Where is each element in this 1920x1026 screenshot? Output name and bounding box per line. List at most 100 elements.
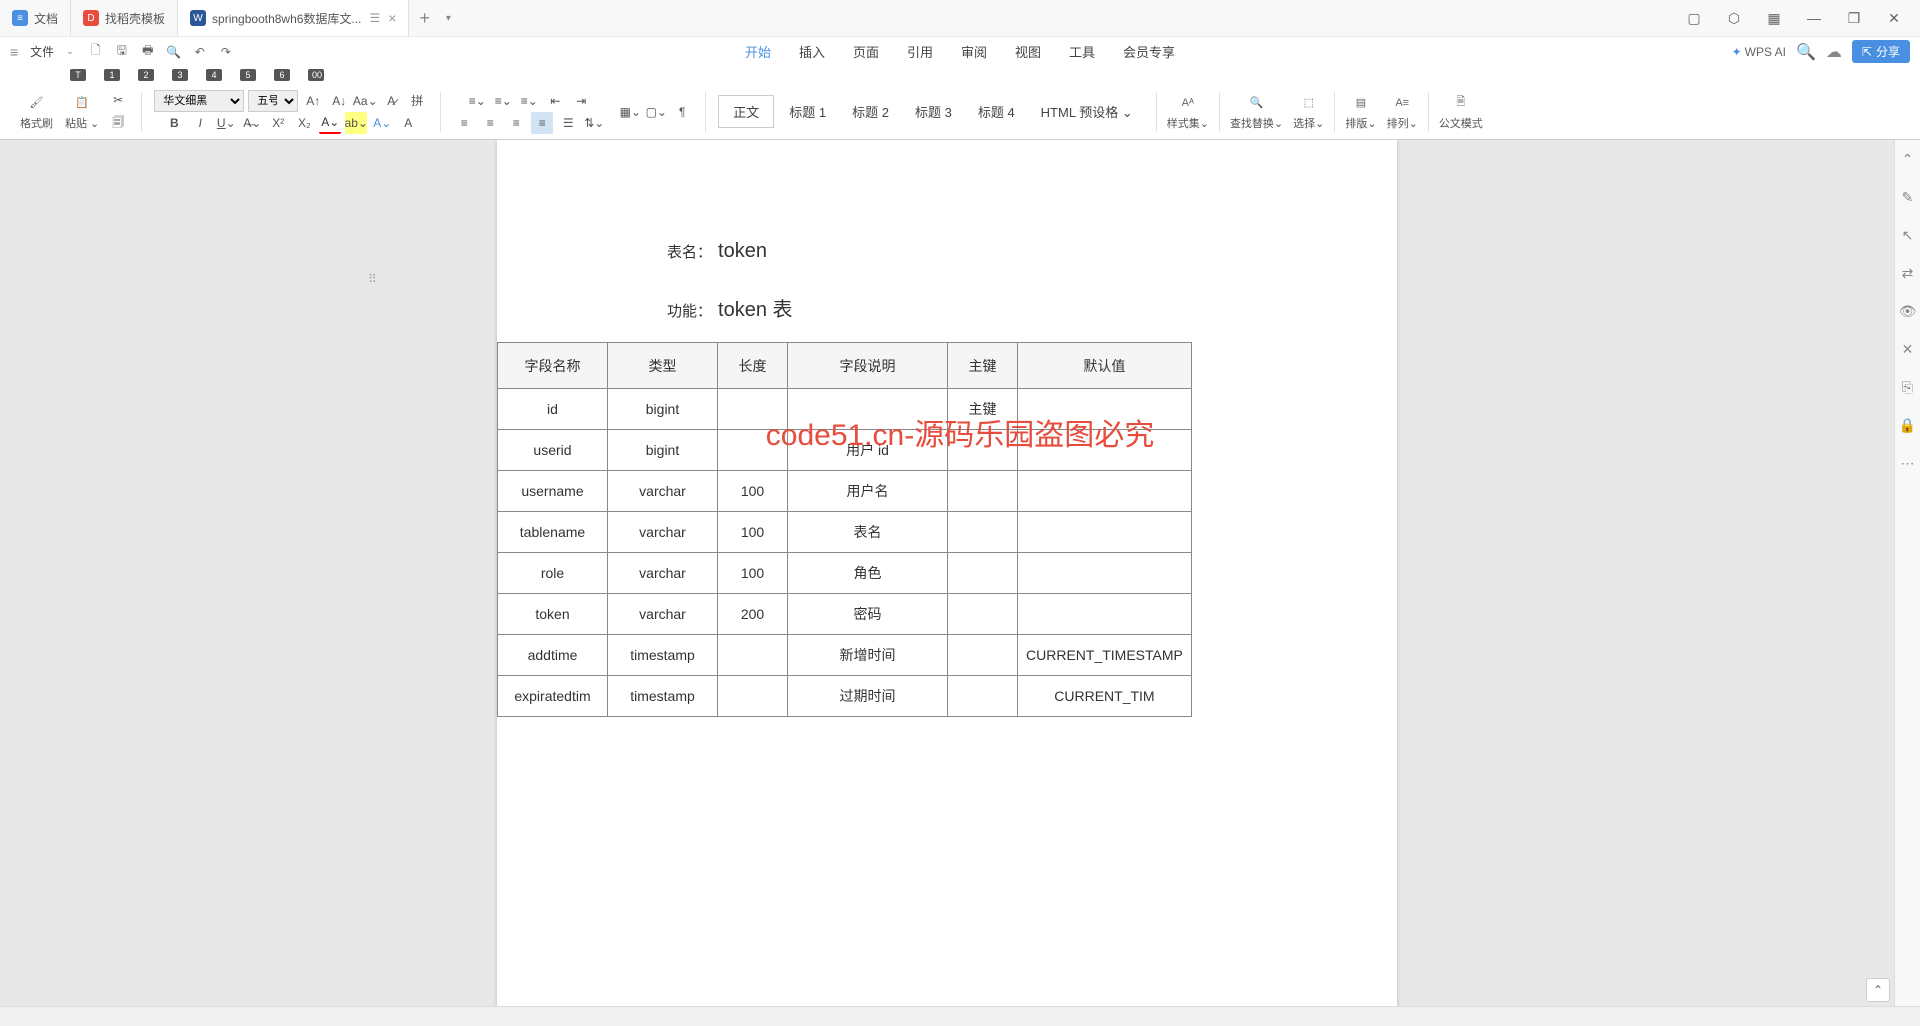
table-cell xyxy=(948,676,1018,717)
change-case-icon[interactable]: Aa⌄ xyxy=(354,90,376,112)
qat-undo-icon[interactable]: ↶ xyxy=(190,42,210,62)
superscript-button[interactable]: X² xyxy=(267,112,289,134)
font-size-select[interactable]: 五号 xyxy=(248,90,298,112)
font-color2-button[interactable]: A⌄ xyxy=(371,112,393,134)
menu-tab[interactable]: 视图W xyxy=(1001,38,1055,65)
doc-mode-button[interactable]: 🗎 公文模式 xyxy=(1435,91,1487,133)
new-tab-button[interactable]: + xyxy=(409,8,440,29)
number-list-icon[interactable]: ≡⌄ xyxy=(492,90,514,112)
table-cell: CURRENT_TIM xyxy=(1018,676,1192,717)
style-h1[interactable]: 标题 1 xyxy=(778,97,837,126)
phonetic-icon[interactable]: 拼 xyxy=(406,90,428,112)
bold-button[interactable]: B xyxy=(163,112,185,134)
style-normal[interactable]: 正文 xyxy=(718,95,774,128)
show-marks-icon[interactable]: ¶ xyxy=(671,101,693,123)
hamburger-icon[interactable]: ≡ xyxy=(10,44,18,60)
find-replace-button[interactable]: 🔍 查找替换⌄ xyxy=(1226,91,1287,133)
select-icon: ⬚ xyxy=(1299,93,1319,113)
format-brush-button[interactable]: 🖌 格式刷 xyxy=(16,91,57,133)
paste-button[interactable]: 📋 粘贴 ⌄ xyxy=(61,91,103,133)
align-justify-icon[interactable]: ≡ xyxy=(531,112,553,134)
select-button[interactable]: ⬚ 选择⌄ xyxy=(1289,91,1328,133)
win-icon-2[interactable]: ⬡ xyxy=(1720,4,1748,32)
font-name-select[interactable]: 华文细黑 xyxy=(154,90,244,112)
maximize-button[interactable]: ❐ xyxy=(1840,4,1868,32)
tab-dropdown[interactable]: ▾ xyxy=(440,13,457,24)
tab-menu-icon[interactable]: ☰ xyxy=(369,11,380,25)
file-menu[interactable]: 文件 xyxy=(22,40,62,63)
subscript-button[interactable]: X₂ xyxy=(293,112,315,134)
strike-button[interactable]: A̶⌄ xyxy=(241,112,263,134)
menu-tab[interactable]: 页面P xyxy=(839,38,893,65)
qat-redo-icon[interactable]: ↷ xyxy=(216,42,236,62)
side-eye-icon[interactable]: 👁 xyxy=(1899,302,1917,320)
shading-icon[interactable]: ▦⌄ xyxy=(619,101,641,123)
drag-handle-icon[interactable]: ⠿ xyxy=(368,272,377,286)
table-cell xyxy=(948,553,1018,594)
minimize-button[interactable]: — xyxy=(1800,4,1828,32)
document-tab[interactable]: D找稻壳模板 xyxy=(71,0,178,36)
qat-new-icon[interactable]: 🗋 xyxy=(86,42,106,62)
menu-tab[interactable]: 工具L xyxy=(1055,38,1109,65)
decrease-font-icon[interactable]: A↓ xyxy=(328,90,350,112)
cut-icon[interactable]: ✂ xyxy=(107,89,129,111)
distribute-icon[interactable]: ☰ xyxy=(557,112,579,134)
align-left-icon[interactable]: ≡ xyxy=(453,112,475,134)
menu-tab[interactable]: 插入N xyxy=(785,38,839,65)
document-tab[interactable]: ≡文档 xyxy=(0,0,71,36)
side-pen-icon[interactable]: ✎ xyxy=(1899,188,1917,206)
side-lock-icon[interactable]: 🔒 xyxy=(1899,416,1917,434)
menu-tab[interactable]: 开始H xyxy=(731,38,785,65)
side-swap-icon[interactable]: ⇄ xyxy=(1899,264,1917,282)
side-tools-icon[interactable]: ✕ xyxy=(1899,340,1917,358)
decrease-indent-icon[interactable]: ⇤ xyxy=(544,90,566,112)
document-page: 表名：token 功能：token 表 字段名称类型长度字段说明主键默认值 id… xyxy=(497,140,1397,1006)
menu-tab[interactable]: 审阅R xyxy=(947,38,1001,65)
style-h4[interactable]: 标题 4 xyxy=(967,97,1026,126)
document-tab[interactable]: Wspringbooth8wh6数据库文...☰× xyxy=(178,0,409,36)
style-set-button[interactable]: Aᴬ 样式集⌄ xyxy=(1163,91,1213,133)
sort-button[interactable]: ▤ 排版⌄ xyxy=(1341,91,1380,133)
menu-tab[interactable]: 引用S xyxy=(893,38,947,65)
clear-format-icon[interactable]: A̷ xyxy=(380,90,402,112)
search-icon[interactable]: 🔍 xyxy=(1796,42,1816,62)
win-icon-3[interactable]: ▦ xyxy=(1760,4,1788,32)
side-more-icon[interactable]: ⋯ xyxy=(1899,454,1917,472)
italic-button[interactable]: I xyxy=(189,112,211,134)
close-button[interactable]: ✕ xyxy=(1880,4,1908,32)
table-cell: 过期时间 xyxy=(788,676,948,717)
qat-print-icon[interactable]: 🖶 xyxy=(138,42,158,62)
cloud-icon[interactable]: ☁ xyxy=(1826,42,1842,62)
side-collapse-icon[interactable]: ⌃ xyxy=(1899,150,1917,168)
format-brush-icon: 🖌 xyxy=(27,93,47,113)
align-center-icon[interactable]: ≡ xyxy=(479,112,501,134)
underline-button[interactable]: U⌄ xyxy=(215,112,237,134)
tab-close-icon[interactable]: × xyxy=(388,10,396,26)
multilevel-icon[interactable]: ≡⌄ xyxy=(518,90,540,112)
increase-font-icon[interactable]: A↑ xyxy=(302,90,324,112)
highlight-button[interactable]: ab⌄ xyxy=(345,112,367,134)
menu-tab[interactable]: 会员专享K xyxy=(1109,38,1189,65)
side-cursor-icon[interactable]: ↖ xyxy=(1899,226,1917,244)
arrange-button[interactable]: A≡ 排列⌄ xyxy=(1383,91,1422,133)
wps-ai-button[interactable]: ✦WPS AI xyxy=(1732,45,1786,59)
style-h2[interactable]: 标题 2 xyxy=(841,97,900,126)
align-right-icon[interactable]: ≡ xyxy=(505,112,527,134)
style-html-preset[interactable]: HTML 预设格 ⌄ xyxy=(1030,97,1144,126)
win-icon-1[interactable]: ▢ xyxy=(1680,4,1708,32)
increase-indent-icon[interactable]: ⇥ xyxy=(570,90,592,112)
qat-save-icon[interactable]: 🖫 xyxy=(112,42,132,62)
char-border-button[interactable]: A xyxy=(397,112,419,134)
font-color-button[interactable]: A⌄ xyxy=(319,112,341,134)
line-spacing-icon[interactable]: ⇅⌄ xyxy=(583,112,605,134)
table-cell: timestamp xyxy=(608,635,718,676)
side-clip-icon[interactable]: ⎘ xyxy=(1899,378,1917,396)
qat-preview-icon[interactable]: 🔍 xyxy=(164,42,184,62)
copy-icon[interactable]: 🗐 xyxy=(107,113,129,135)
share-button[interactable]: ⇱ 分享 xyxy=(1852,40,1910,63)
document-area[interactable]: 表名：token 功能：token 表 字段名称类型长度字段说明主键默认值 id… xyxy=(0,140,1894,1006)
border-icon[interactable]: ▢⌄ xyxy=(645,101,667,123)
style-h3[interactable]: 标题 3 xyxy=(904,97,963,126)
collapse-handle[interactable]: ⌃ xyxy=(1866,978,1890,1002)
bullet-list-icon[interactable]: ≡⌄ xyxy=(466,90,488,112)
